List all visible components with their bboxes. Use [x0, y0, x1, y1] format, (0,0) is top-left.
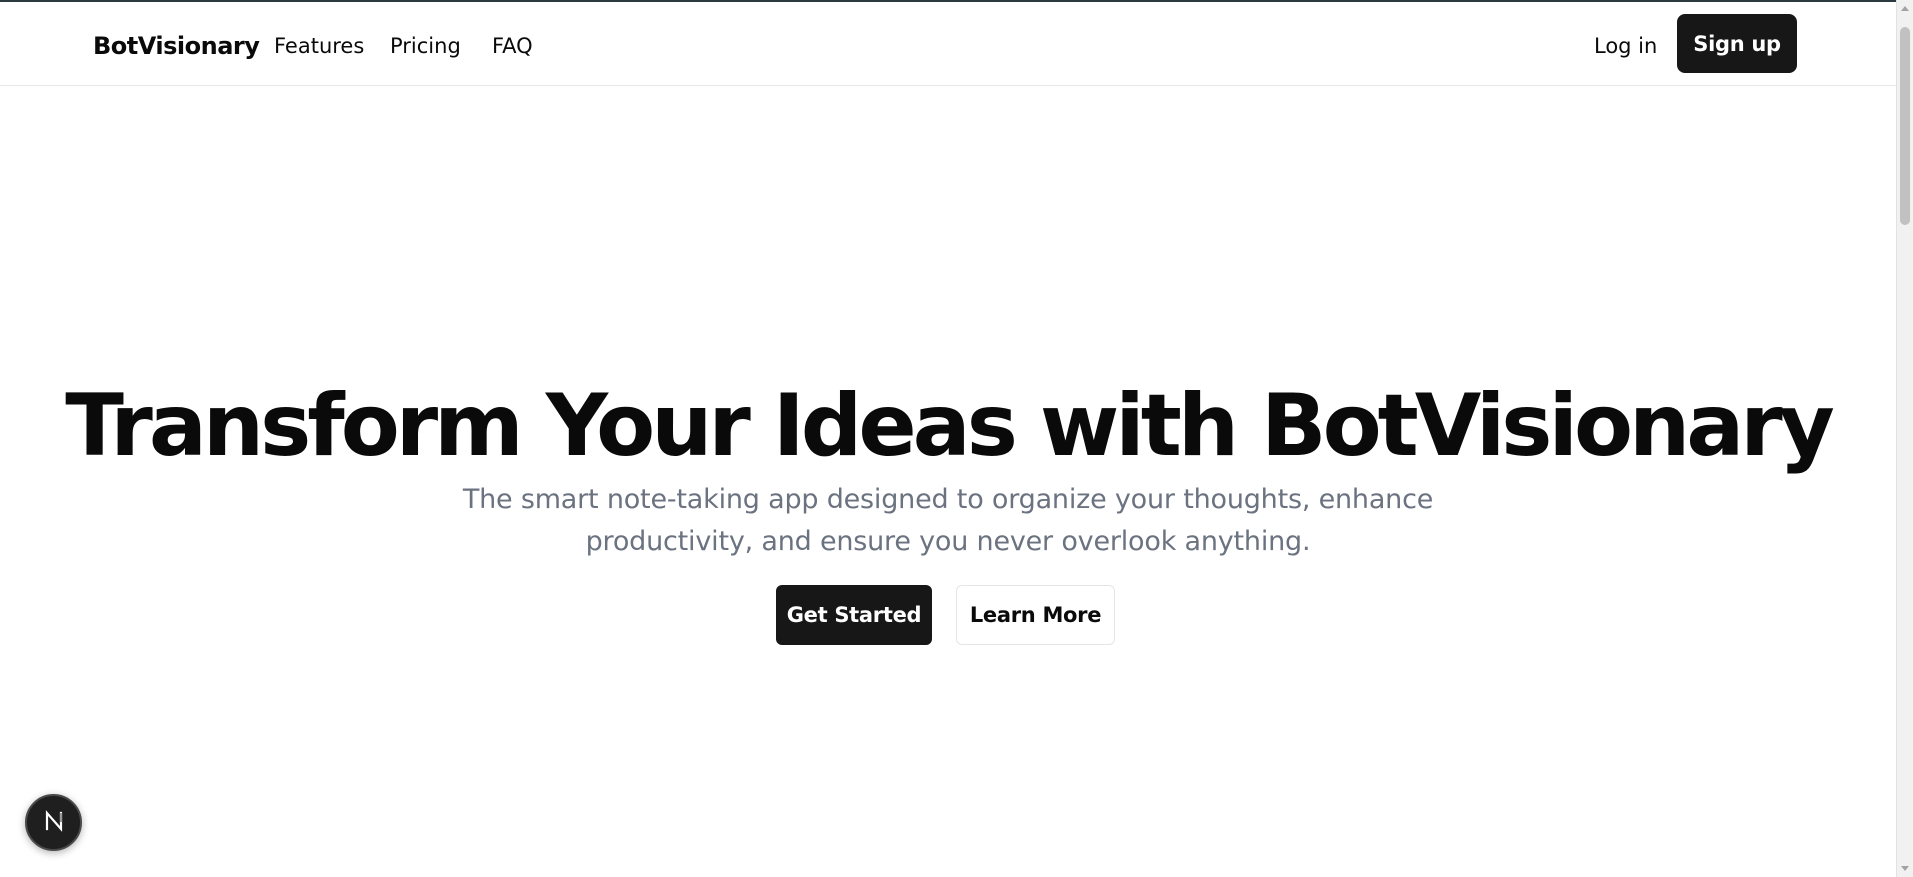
- nav-link-features[interactable]: Features: [274, 34, 364, 58]
- dev-tools-badge[interactable]: [25, 794, 82, 851]
- hero-subtitle: The smart note-taking app designed to or…: [448, 479, 1448, 563]
- page-scrollbar[interactable]: [1896, 0, 1913, 877]
- nav-link-faq[interactable]: FAQ: [492, 34, 533, 58]
- page: BotVisionary Features Pricing FAQ Log in…: [0, 0, 1913, 877]
- scroll-down-arrow-icon[interactable]: [1901, 866, 1909, 871]
- signup-button[interactable]: Sign up: [1677, 14, 1797, 73]
- site-header: BotVisionary Features Pricing FAQ Log in…: [0, 2, 1896, 86]
- hero-subtitle-line-2: productivity, and ensure you never overl…: [585, 526, 1311, 557]
- hero-title: Transform Your Ideas with BotVisionary: [65, 376, 1835, 476]
- brand-logo-link[interactable]: BotVisionary: [93, 32, 260, 60]
- get-started-button[interactable]: Get Started: [776, 585, 932, 645]
- scroll-up-arrow-icon[interactable]: [1901, 6, 1909, 11]
- login-link[interactable]: Log in: [1594, 34, 1657, 58]
- nextjs-n-icon: [43, 809, 65, 836]
- hero-subtitle-line-1: The smart note-taking app designed to or…: [462, 484, 1434, 515]
- learn-more-button[interactable]: Learn More: [956, 585, 1115, 645]
- nav-link-pricing[interactable]: Pricing: [390, 34, 461, 58]
- scrollbar-thumb[interactable]: [1900, 27, 1910, 225]
